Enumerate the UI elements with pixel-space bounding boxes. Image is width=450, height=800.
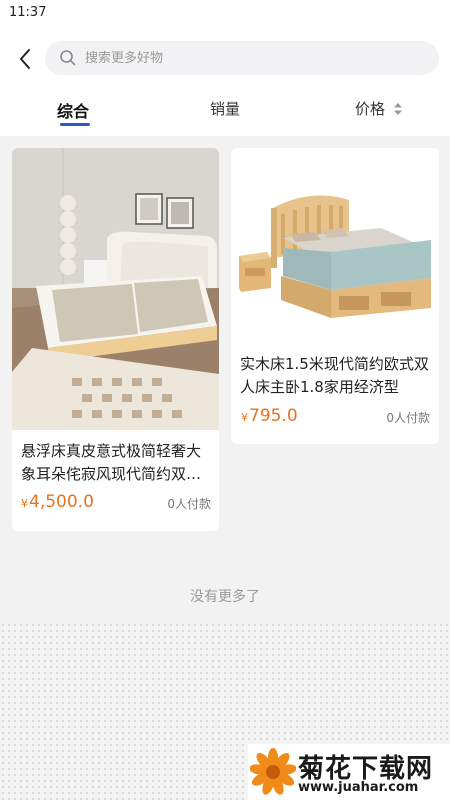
price-value: 795.0	[249, 406, 298, 426]
back-arrow-icon	[20, 49, 30, 69]
status-bar: 11:37	[0, 0, 450, 28]
back-button[interactable]	[10, 44, 40, 74]
product-card[interactable]: 悬浮床真皮意式极简轻奢大象耳朵侘寂风现代简约双人床 ¥4,500.0 0人付款	[12, 148, 219, 531]
price-value: 4,500.0	[29, 492, 94, 512]
header: 综合 销量 价格	[0, 28, 450, 136]
tab-price[interactable]: 价格	[355, 98, 403, 119]
active-tab-indicator	[60, 123, 90, 126]
product-image-wooden-bed	[231, 148, 439, 344]
sort-tabs: 综合 销量 价格	[0, 90, 450, 130]
buyer-count: 0人付款	[167, 497, 211, 511]
watermark-url: www.juahar.com	[298, 780, 419, 795]
tab-price-label: 价格	[355, 100, 386, 118]
product-title: 实木床1.5米现代简约欧式双人床主卧1.8家用经济型	[240, 355, 429, 396]
tab-sales[interactable]: 销量	[210, 98, 240, 119]
search-input[interactable]	[85, 50, 405, 66]
product-card[interactable]: 实木床1.5米现代简约欧式双人床主卧1.8家用经济型 ¥795.0 0人付款	[231, 148, 439, 444]
search-box[interactable]	[45, 41, 439, 75]
no-more-text: 没有更多了	[190, 589, 260, 605]
sort-updown-icon	[394, 102, 403, 115]
status-time: 11:37	[9, 5, 47, 20]
watermark: 菊花下载网 www.juahar.com	[248, 744, 450, 800]
product-price: ¥4,500.0	[21, 492, 94, 512]
search-icon	[60, 50, 76, 66]
product-title: 悬浮床真皮意式极简轻奢大象耳朵侘寂风现代简约双人床	[21, 442, 202, 483]
product-price: ¥795.0	[241, 406, 298, 426]
chrysanthemum-logo-icon	[250, 748, 296, 795]
currency-symbol: ¥	[21, 497, 28, 510]
buyer-count: 0人付款	[386, 411, 430, 425]
currency-symbol: ¥	[241, 411, 248, 424]
tab-comprehensive[interactable]: 综合	[57, 98, 89, 122]
product-image-floating-bed	[12, 148, 219, 430]
